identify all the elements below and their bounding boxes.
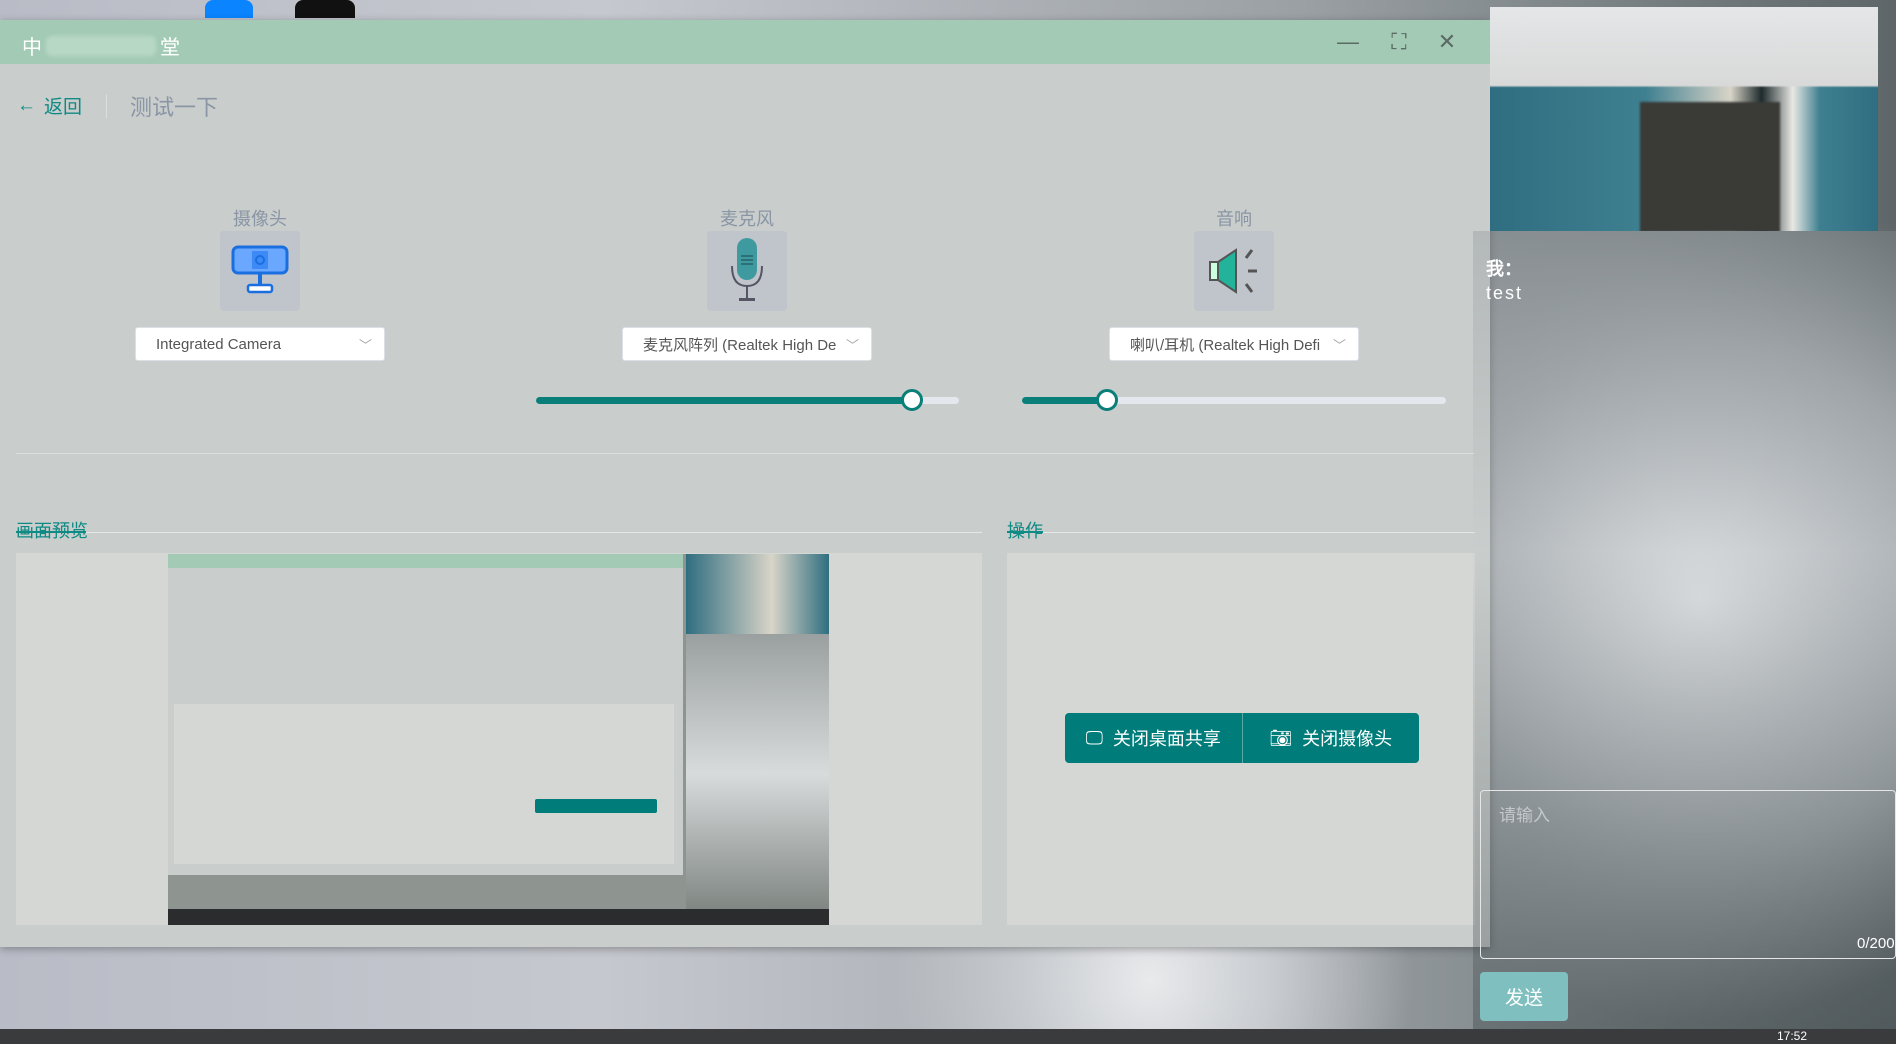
title-bar: 中堂 — ⛶ ✕: [0, 20, 1490, 64]
stop-camera-button[interactable]: 📷︎ 关闭摄像头: [1241, 713, 1419, 763]
camera-icon: 📷︎: [1269, 727, 1293, 748]
preview-window: [168, 554, 683, 875]
active-underline: [1007, 531, 1043, 533]
action-button-group: 🖵 关闭桌面共享 📷︎ 关闭摄像头: [1065, 713, 1419, 763]
desktop-icon[interactable]: [205, 0, 253, 18]
app-window: 中堂 — ⛶ ✕ ← 返回 测试一下 摄像头 Integrated Camera ﹀…: [0, 20, 1490, 947]
camera-settings: 摄像头 Integrated Camera ﹀: [135, 205, 385, 361]
webcam-icon: [220, 231, 300, 311]
camera-label: 摄像头: [233, 209, 287, 229]
camera-select[interactable]: Integrated Camera ﹀: [135, 327, 385, 361]
back-button[interactable]: ← 返回: [17, 92, 82, 119]
arrow-left-icon: ←: [17, 94, 36, 116]
preview-heading: 画面预览: [16, 521, 88, 541]
speaker-icon: [1194, 231, 1274, 311]
slider-thumb[interactable]: [1095, 389, 1118, 411]
preview-taskbar: [168, 909, 829, 925]
close-icon[interactable]: ✕: [1432, 28, 1462, 56]
chat-message: 我： test: [1486, 257, 1523, 305]
microphone-icon: [707, 231, 787, 311]
divider: [16, 453, 1475, 454]
preview-video: [686, 554, 829, 634]
redacted-title: [46, 35, 156, 56]
message-sender: 我：: [1486, 259, 1522, 279]
speaker-label: 音响: [1216, 209, 1252, 229]
message-text: test: [1486, 283, 1524, 303]
chevron-down-icon: ﹀: [358, 337, 372, 353]
back-label: 返回: [44, 97, 83, 118]
chat-input[interactable]: [1480, 790, 1896, 959]
title-start: 中: [22, 37, 42, 59]
chevron-down-icon: ﹀: [1332, 337, 1346, 353]
speaker-select[interactable]: 喇叭/耳机 (Realtek High Defi ﹀: [1109, 327, 1359, 361]
chevron-down-icon: ﹀: [845, 337, 859, 353]
char-counter: 0/200: [1857, 935, 1895, 952]
pixelated-face: [1640, 102, 1780, 231]
divider: [1007, 532, 1475, 533]
divider: [16, 532, 982, 533]
slider-thumb[interactable]: [901, 389, 924, 411]
desktop-icon[interactable]: [295, 0, 355, 18]
microphone-volume-slider[interactable]: [536, 389, 959, 411]
slider-fill: [536, 397, 913, 404]
minimize-icon[interactable]: —: [1333, 28, 1363, 56]
maximize-icon[interactable]: ⛶: [1384, 28, 1414, 56]
stop-desktop-share-button[interactable]: 🖵 关闭桌面共享: [1065, 713, 1242, 763]
speaker-volume-slider[interactable]: [1022, 389, 1446, 411]
microphone-select[interactable]: 麦克风阵列 (Realtek High De ﹀: [622, 327, 872, 361]
active-underline: [16, 531, 86, 533]
divider: [106, 94, 107, 118]
taskbar: 17:52: [0, 1029, 1896, 1044]
microphone-settings: 麦克风 麦克风阵列 (Realtek High De ﹀: [622, 205, 872, 361]
screen-share-preview: [168, 554, 829, 925]
taskbar-clock[interactable]: 17:52: [1777, 1029, 1807, 1043]
self-video: [1490, 7, 1878, 231]
speaker-settings: 音响 喇叭/耳机 (Realtek High Defi ﹀: [1109, 205, 1359, 361]
microphone-label: 麦克风: [720, 209, 774, 229]
title-end: 堂: [160, 37, 180, 59]
send-button[interactable]: 发送: [1480, 972, 1568, 1021]
monitor-icon: 🖵: [1085, 727, 1103, 748]
window-title: 中堂: [22, 31, 180, 60]
page-title: 测试一下: [130, 95, 219, 120]
slider-fill: [1022, 397, 1107, 404]
operations-heading: 操作: [1007, 521, 1043, 541]
